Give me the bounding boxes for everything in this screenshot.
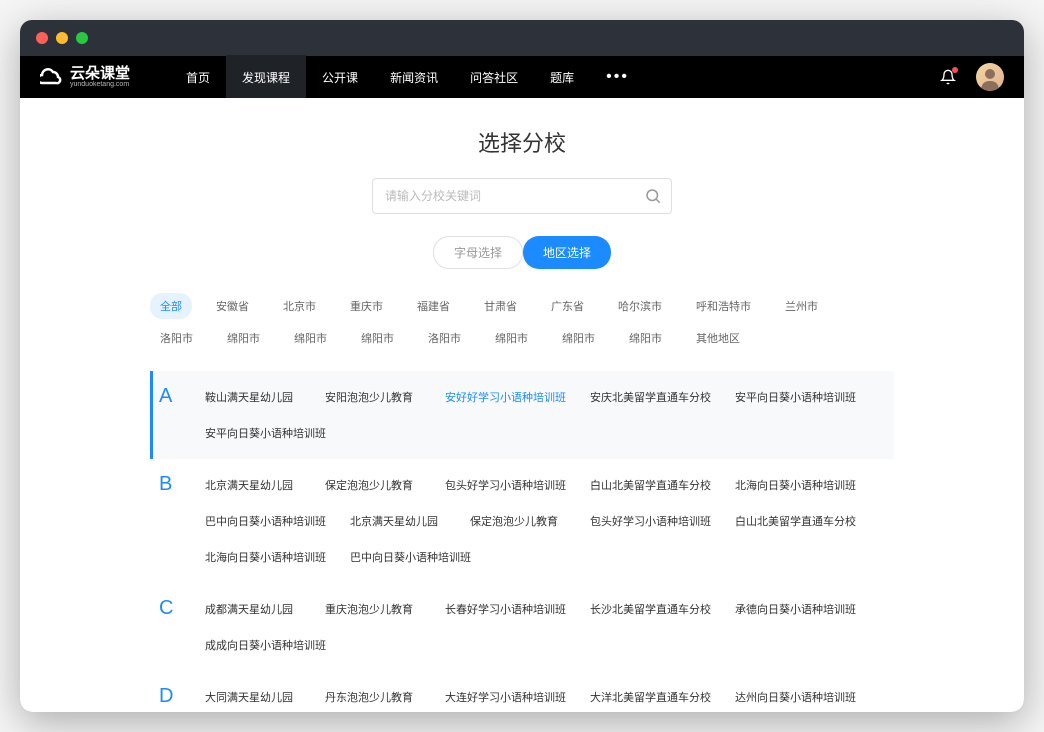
school-item[interactable]: 白山北美留学直通车分校 <box>578 467 723 503</box>
app-window: 云朵课堂 yunduoketang.com 首页发现课程公开课新闻资讯问答社区题… <box>20 20 1024 712</box>
maximize-dot[interactable] <box>76 32 88 44</box>
notification-dot <box>952 67 958 73</box>
school-item[interactable]: 长沙北美留学直通车分校 <box>578 591 723 627</box>
region-chip-5[interactable]: 甘肃省 <box>474 293 527 319</box>
region-chip-4[interactable]: 福建省 <box>407 293 460 319</box>
nav-item-2[interactable]: 公开课 <box>306 55 374 100</box>
logo-main: 云朵课堂 <box>70 66 130 81</box>
school-item[interactable]: 北海向日葵小语种培训班 <box>193 539 338 575</box>
school-item[interactable]: 北京满天星幼儿园 <box>193 467 313 503</box>
toggle-alphabet[interactable]: 字母选择 <box>433 236 523 269</box>
school-item[interactable]: 白山北美留学直通车分校 <box>723 503 868 539</box>
nav-item-3[interactable]: 新闻资讯 <box>374 55 454 100</box>
region-chip-6[interactable]: 广东省 <box>541 293 594 319</box>
minimize-dot[interactable] <box>56 32 68 44</box>
school-item[interactable]: 安阳泡泡少儿教育 <box>313 379 433 415</box>
school-item[interactable]: 安庆北美留学直通车分校 <box>578 379 723 415</box>
school-item[interactable]: 安好好学习小语种培训班 <box>433 379 578 415</box>
logo-sub: yunduoketang.com <box>70 81 130 88</box>
avatar[interactable] <box>976 63 1004 91</box>
letter-label: A <box>153 371 193 459</box>
school-item[interactable]: 鞍山满天星幼儿园 <box>193 379 313 415</box>
region-chip-14[interactable]: 洛阳市 <box>418 325 471 351</box>
school-item[interactable]: 大洋北美留学直通车分校 <box>578 679 723 712</box>
nav-item-1[interactable]: 发现课程 <box>226 55 306 100</box>
nav: 首页发现课程公开课新闻资讯问答社区题库 <box>170 55 590 100</box>
logo[interactable]: 云朵课堂 yunduoketang.com <box>40 65 130 89</box>
toggle-region[interactable]: 地区选择 <box>523 236 611 269</box>
region-chip-0[interactable]: 全部 <box>150 293 192 319</box>
page-title: 选择分校 <box>20 98 1024 178</box>
school-item[interactable]: 重庆泡泡少儿教育 <box>313 591 433 627</box>
region-chip-10[interactable]: 洛阳市 <box>150 325 203 351</box>
school-item[interactable]: 保定泡泡少儿教育 <box>313 467 433 503</box>
search-box <box>372 178 672 214</box>
school-item[interactable]: 安平向日葵小语种培训班 <box>193 415 338 451</box>
school-item[interactable]: 巴中向日葵小语种培训班 <box>338 539 483 575</box>
search-input[interactable] <box>372 178 672 214</box>
titlebar <box>20 20 1024 56</box>
content: 选择分校 字母选择 地区选择 全部安徽省北京市重庆市福建省甘肃省广东省哈尔滨市呼… <box>20 98 1024 712</box>
school-item[interactable]: 包头好学习小语种培训班 <box>433 467 578 503</box>
school-item[interactable]: 成都满天星幼儿园 <box>193 591 313 627</box>
region-chip-12[interactable]: 绵阳市 <box>284 325 337 351</box>
region-chip-18[interactable]: 其他地区 <box>686 325 750 351</box>
letter-group-A: A鞍山满天星幼儿园安阳泡泡少儿教育安好好学习小语种培训班安庆北美留学直通车分校安… <box>150 371 894 459</box>
nav-item-0[interactable]: 首页 <box>170 55 226 100</box>
cloud-icon <box>40 65 64 89</box>
letter-label: B <box>153 459 193 583</box>
search-icon[interactable] <box>644 187 662 205</box>
close-dot[interactable] <box>36 32 48 44</box>
region-chip-15[interactable]: 绵阳市 <box>485 325 538 351</box>
nav-more[interactable]: ••• <box>590 56 645 98</box>
region-chip-9[interactable]: 兰州市 <box>775 293 828 319</box>
school-item[interactable]: 大连好学习小语种培训班 <box>433 679 578 712</box>
region-chip-3[interactable]: 重庆市 <box>340 293 393 319</box>
letter-group-B: B北京满天星幼儿园保定泡泡少儿教育包头好学习小语种培训班白山北美留学直通车分校北… <box>150 459 894 583</box>
region-chip-2[interactable]: 北京市 <box>273 293 326 319</box>
letter-items: 成都满天星幼儿园重庆泡泡少儿教育长春好学习小语种培训班长沙北美留学直通车分校承德… <box>193 583 894 671</box>
nav-item-5[interactable]: 题库 <box>534 55 590 100</box>
school-item[interactable]: 北京满天星幼儿园 <box>338 503 458 539</box>
school-item[interactable]: 安平向日葵小语种培训班 <box>723 379 868 415</box>
region-chip-11[interactable]: 绵阳市 <box>217 325 270 351</box>
notification-bell[interactable] <box>940 69 956 85</box>
school-item[interactable]: 包头好学习小语种培训班 <box>578 503 723 539</box>
toggle-row: 字母选择 地区选择 <box>20 236 1024 269</box>
region-chip-8[interactable]: 呼和浩特市 <box>686 293 761 319</box>
school-item[interactable]: 北海向日葵小语种培训班 <box>723 467 868 503</box>
school-item[interactable]: 长春好学习小语种培训班 <box>433 591 578 627</box>
school-item[interactable]: 大同满天星幼儿园 <box>193 679 313 712</box>
letter-items: 鞍山满天星幼儿园安阳泡泡少儿教育安好好学习小语种培训班安庆北美留学直通车分校安平… <box>193 371 894 459</box>
school-list: A鞍山满天星幼儿园安阳泡泡少儿教育安好好学习小语种培训班安庆北美留学直通车分校安… <box>20 371 1024 712</box>
letter-items: 北京满天星幼儿园保定泡泡少儿教育包头好学习小语种培训班白山北美留学直通车分校北海… <box>193 459 894 583</box>
school-item[interactable]: 成成向日葵小语种培训班 <box>193 627 338 663</box>
region-chip-13[interactable]: 绵阳市 <box>351 325 404 351</box>
region-chip-16[interactable]: 绵阳市 <box>552 325 605 351</box>
header: 云朵课堂 yunduoketang.com 首页发现课程公开课新闻资讯问答社区题… <box>20 56 1024 98</box>
region-chip-1[interactable]: 安徽省 <box>206 293 259 319</box>
school-item[interactable]: 保定泡泡少儿教育 <box>458 503 578 539</box>
school-item[interactable]: 达州向日葵小语种培训班 <box>723 679 868 712</box>
letter-label: C <box>153 583 193 671</box>
school-item[interactable]: 巴中向日葵小语种培训班 <box>193 503 338 539</box>
letter-group-C: C成都满天星幼儿园重庆泡泡少儿教育长春好学习小语种培训班长沙北美留学直通车分校承… <box>150 583 894 671</box>
nav-item-4[interactable]: 问答社区 <box>454 55 534 100</box>
school-item[interactable]: 承德向日葵小语种培训班 <box>723 591 868 627</box>
region-filters: 全部安徽省北京市重庆市福建省甘肃省广东省哈尔滨市呼和浩特市兰州市洛阳市绵阳市绵阳… <box>20 293 1024 351</box>
region-chip-7[interactable]: 哈尔滨市 <box>608 293 672 319</box>
school-item[interactable]: 丹东泡泡少儿教育 <box>313 679 433 712</box>
region-chip-17[interactable]: 绵阳市 <box>619 325 672 351</box>
